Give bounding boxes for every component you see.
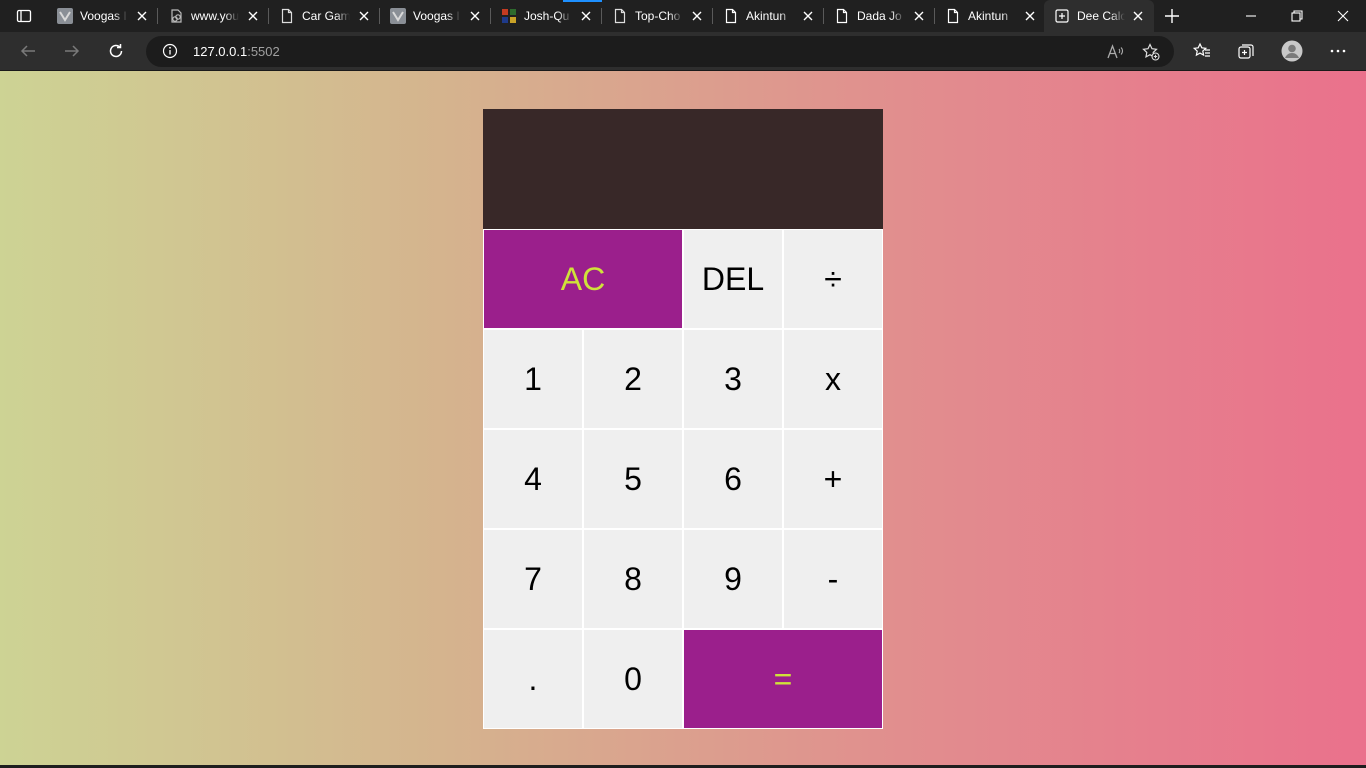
digit-6-button[interactable]: 6	[683, 429, 783, 529]
tab-title: Dada Jo	[857, 9, 902, 23]
minimize-icon[interactable]	[1228, 0, 1274, 32]
tab-bar: Voogas I www.you Car Gam Voogas I Josh-Q…	[0, 0, 1366, 32]
browser-tab-active[interactable]: Dee Calc	[1044, 0, 1154, 32]
tab-title: Car Gam	[302, 9, 350, 23]
address-toolbar: 127.0.0.1:5502	[0, 32, 1366, 71]
digit-7-button[interactable]: 7	[483, 529, 583, 629]
calculator: AC DEL ÷ 1 2 3 x 4 5 6 + 7 8 9 - . 0 =	[483, 109, 883, 729]
equals-button[interactable]: =	[683, 629, 883, 729]
read-aloud-icon[interactable]	[1105, 42, 1125, 62]
tab-title: Akintun	[968, 9, 1009, 23]
url-host: 127.0.0.1	[193, 44, 248, 59]
page-icon	[612, 8, 628, 24]
browser-tab[interactable]: Josh-Qu	[491, 0, 602, 32]
close-icon[interactable]	[467, 8, 483, 24]
subtract-button[interactable]: -	[783, 529, 883, 629]
favorites-icon[interactable]	[1188, 38, 1216, 64]
tab-actions-icon[interactable]	[10, 4, 38, 28]
new-tab-page-icon	[1054, 8, 1070, 24]
close-icon[interactable]	[134, 8, 150, 24]
more-options-icon[interactable]	[1324, 38, 1352, 64]
browser-tab[interactable]: Voogas I	[380, 0, 491, 32]
delete-button[interactable]: DEL	[683, 229, 783, 329]
browser-tab[interactable]: Akintun	[713, 0, 824, 32]
profile-avatar-icon[interactable]	[1278, 38, 1306, 64]
close-window-icon[interactable]	[1320, 0, 1366, 32]
browser-tab[interactable]: Voogas I	[47, 0, 158, 32]
page-icon	[834, 8, 850, 24]
url-text: 127.0.0.1:5502	[193, 44, 280, 59]
close-icon[interactable]	[578, 8, 594, 24]
tab-title: www.you	[191, 9, 239, 23]
browser-tab[interactable]: Top-Cho	[602, 0, 713, 32]
page-icon	[279, 8, 295, 24]
tab-title: Voogas I	[80, 9, 127, 23]
collections-icon[interactable]	[1232, 38, 1260, 64]
close-icon[interactable]	[245, 8, 261, 24]
digit-3-button[interactable]: 3	[683, 329, 783, 429]
digit-5-button[interactable]: 5	[583, 429, 683, 529]
link-favicon-icon	[168, 8, 184, 24]
digit-2-button[interactable]: 2	[583, 329, 683, 429]
browser-tab[interactable]: www.you	[158, 0, 269, 32]
tab-title: Akintun	[746, 9, 787, 23]
tab-title: Voogas I	[413, 9, 460, 23]
close-icon[interactable]	[689, 8, 705, 24]
decimal-button[interactable]: .	[483, 629, 583, 729]
browser-tab[interactable]: Akintun	[935, 0, 1046, 32]
browser-tab[interactable]: Dada Jo	[824, 0, 935, 32]
close-icon[interactable]	[1130, 8, 1146, 24]
close-icon[interactable]	[1022, 8, 1038, 24]
add-button[interactable]: +	[783, 429, 883, 529]
back-arrow-icon[interactable]	[14, 37, 42, 65]
divide-button[interactable]: ÷	[783, 229, 883, 329]
close-icon[interactable]	[356, 8, 372, 24]
voogas-favicon-icon	[57, 8, 73, 24]
digit-0-button[interactable]: 0	[583, 629, 683, 729]
digit-1-button[interactable]: 1	[483, 329, 583, 429]
tab-title: Dee Calc	[1077, 9, 1125, 23]
voogas-favicon-icon	[390, 8, 406, 24]
address-bar[interactable]: 127.0.0.1:5502	[146, 36, 1174, 67]
all-clear-button[interactable]: AC	[483, 229, 683, 329]
page-icon	[723, 8, 739, 24]
page-icon	[945, 8, 961, 24]
digit-4-button[interactable]: 4	[483, 429, 583, 529]
digit-9-button[interactable]: 9	[683, 529, 783, 629]
forward-arrow-icon[interactable]	[58, 37, 86, 65]
multiply-button[interactable]: x	[783, 329, 883, 429]
refresh-icon[interactable]	[102, 37, 130, 65]
restore-icon[interactable]	[1274, 0, 1320, 32]
close-icon[interactable]	[911, 8, 927, 24]
multicolor-favicon-icon	[501, 8, 517, 24]
digit-8-button[interactable]: 8	[583, 529, 683, 629]
calculator-display	[483, 109, 883, 229]
new-tab-icon[interactable]	[1158, 4, 1186, 28]
page-background: AC DEL ÷ 1 2 3 x 4 5 6 + 7 8 9 - . 0 =	[0, 71, 1366, 765]
loading-indicator	[563, 0, 602, 2]
site-info-icon[interactable]	[162, 43, 178, 59]
browser-tab[interactable]: Car Gam	[269, 0, 380, 32]
url-port: :5502	[247, 44, 280, 59]
add-favorite-icon[interactable]	[1141, 42, 1161, 62]
tab-title: Top-Cho	[635, 9, 681, 23]
tab-title: Josh-Qu	[524, 9, 570, 23]
close-icon[interactable]	[800, 8, 816, 24]
